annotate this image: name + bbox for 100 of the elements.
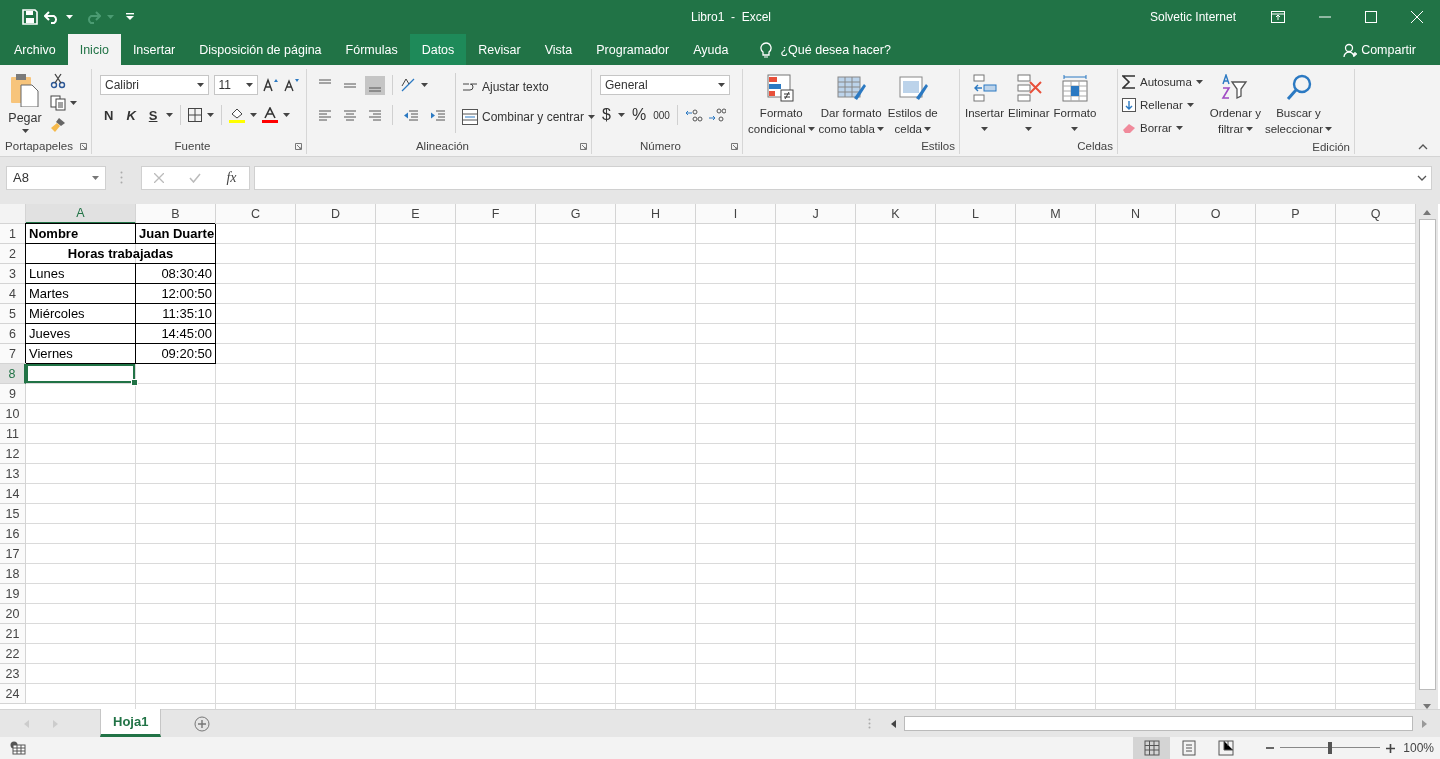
- caret-icon[interactable]: [66, 15, 73, 19]
- row-header[interactable]: 12: [0, 444, 26, 464]
- ribbon-tab[interactable]: Datos: [409, 34, 467, 65]
- caret-icon[interactable]: [421, 83, 428, 87]
- caret-icon[interactable]: [1245, 127, 1253, 131]
- table-cell[interactable]: Lunes: [26, 264, 136, 284]
- caret-icon[interactable]: [207, 113, 215, 117]
- row-header[interactable]: 16: [0, 524, 26, 544]
- ribbon-display-icon[interactable]: [1271, 11, 1285, 23]
- row-header[interactable]: 14: [0, 484, 26, 504]
- table-cell[interactable]: Horas trabajadas: [26, 244, 216, 264]
- underline-button[interactable]: S: [144, 107, 162, 123]
- row-header[interactable]: 7: [0, 344, 26, 364]
- borders-icon[interactable]: [188, 108, 203, 122]
- ribbon-tab[interactable]: Revisar: [466, 34, 533, 65]
- ribbon-tab[interactable]: Vista: [532, 34, 585, 65]
- table-cell[interactable]: Martes: [26, 284, 136, 304]
- merge-center-button[interactable]: Combinar y centrar: [462, 106, 596, 128]
- row-header[interactable]: 15: [0, 504, 26, 524]
- caret-icon[interactable]: [617, 113, 625, 117]
- add-sheet-icon[interactable]: [194, 715, 211, 732]
- column-header[interactable]: M: [1016, 204, 1096, 224]
- caret-icon[interactable]: [924, 127, 931, 131]
- save-icon[interactable]: [22, 9, 38, 25]
- delete-button[interactable]: Eliminar: [1007, 71, 1051, 138]
- clear-button[interactable]: Borrar: [1122, 117, 1203, 139]
- number-format-dropdown[interactable]: General: [600, 75, 730, 95]
- row-header[interactable]: 10: [0, 404, 26, 424]
- dialog-launcher-icon[interactable]: [80, 142, 87, 150]
- caret-icon[interactable]: [1325, 127, 1333, 131]
- expand-formula-bar-icon[interactable]: [1417, 174, 1427, 181]
- row-header[interactable]: 9: [0, 384, 26, 404]
- format-painter-icon[interactable]: [50, 117, 66, 133]
- row-header[interactable]: 20: [0, 604, 26, 624]
- column-header[interactable]: B: [136, 204, 216, 224]
- caret-icon[interactable]: [1071, 127, 1079, 131]
- caret-icon[interactable]: [718, 83, 725, 87]
- insert-button[interactable]: Insertar: [964, 71, 1005, 138]
- dialog-launcher-icon[interactable]: [731, 142, 738, 150]
- caret-icon[interactable]: [283, 113, 291, 117]
- decrease-font-size-icon[interactable]: [284, 78, 300, 92]
- column-header[interactable]: D: [296, 204, 376, 224]
- caret-icon[interactable]: [70, 101, 77, 105]
- caret-icon[interactable]: [1186, 103, 1194, 107]
- caret-icon[interactable]: [250, 113, 258, 117]
- find-select-button[interactable]: Buscar y seleccionar: [1263, 71, 1334, 139]
- caret-icon[interactable]: [876, 127, 884, 131]
- sort-filter-button[interactable]: Ordenar y filtrar: [1208, 71, 1262, 139]
- name-box[interactable]: A8: [6, 165, 106, 190]
- table-cell[interactable]: Juan Duarte: [136, 224, 216, 244]
- column-header[interactable]: A: [26, 204, 136, 224]
- ribbon-tab[interactable]: Programador: [584, 34, 682, 65]
- table-cell[interactable]: 12:00:50: [136, 284, 216, 304]
- thousands-button[interactable]: 000: [653, 109, 670, 121]
- vertical-scrollbar[interactable]: [1416, 204, 1438, 709]
- row-header[interactable]: 4: [0, 284, 26, 304]
- caret-icon[interactable]: [1195, 80, 1203, 84]
- column-header[interactable]: H: [616, 204, 696, 224]
- caret-icon[interactable]: [21, 129, 29, 133]
- percent-button[interactable]: %: [629, 106, 649, 124]
- table-cell[interactable]: 11:35:10: [136, 304, 216, 324]
- minus-icon[interactable]: [1266, 744, 1275, 752]
- caret-icon[interactable]: [246, 83, 253, 87]
- row-header[interactable]: 19: [0, 584, 26, 604]
- undo-icon[interactable]: [44, 10, 60, 24]
- decrease-decimal-icon[interactable]: [707, 107, 726, 123]
- autosum-button[interactable]: Autosuma: [1122, 71, 1203, 93]
- ribbon-tab[interactable]: Archivo: [2, 34, 68, 65]
- paste-button[interactable]: Pegar: [8, 73, 42, 138]
- column-header[interactable]: I: [696, 204, 776, 224]
- row-header[interactable]: 5: [0, 304, 26, 324]
- row-header[interactable]: 17: [0, 544, 26, 564]
- column-header[interactable]: P: [1256, 204, 1336, 224]
- ribbon-tab[interactable]: Ayuda: [681, 34, 741, 65]
- bottom-align-icon[interactable]: [365, 75, 385, 95]
- row-header[interactable]: 1: [0, 224, 26, 244]
- checkmark-icon[interactable]: [189, 172, 202, 183]
- format-as-table-button[interactable]: Dar formato como tabla: [817, 71, 885, 138]
- row-header[interactable]: 3: [0, 264, 26, 284]
- table-cell[interactable]: Viernes: [26, 344, 136, 364]
- caret-icon[interactable]: [196, 83, 204, 87]
- conditional-formatting-button[interactable]: Formato condicional: [747, 71, 816, 138]
- column-header[interactable]: Q: [1336, 204, 1416, 224]
- ribbon-tab[interactable]: Fórmulas: [333, 34, 410, 65]
- ribbon-tab[interactable]: Inicio: [67, 34, 121, 65]
- collapse-ribbon-icon[interactable]: [1418, 144, 1428, 150]
- row-header[interactable]: 13: [0, 464, 26, 484]
- row-header[interactable]: 2: [0, 244, 26, 264]
- column-header[interactable]: K: [856, 204, 936, 224]
- plus-icon[interactable]: [1386, 743, 1396, 753]
- fill-button[interactable]: Rellenar: [1122, 94, 1203, 116]
- customize-icon[interactable]: [126, 13, 134, 21]
- text-orientation-icon[interactable]: [400, 77, 416, 93]
- share-button[interactable]: Compartir: [1361, 42, 1416, 57]
- table-cell[interactable]: 09:20:50: [136, 344, 216, 364]
- table-cell[interactable]: Jueves: [26, 324, 136, 344]
- font-color-icon[interactable]: [262, 107, 279, 123]
- zoom-level[interactable]: 100%: [1403, 741, 1440, 755]
- copy-icon[interactable]: [50, 95, 66, 111]
- column-header[interactable]: L: [936, 204, 1016, 224]
